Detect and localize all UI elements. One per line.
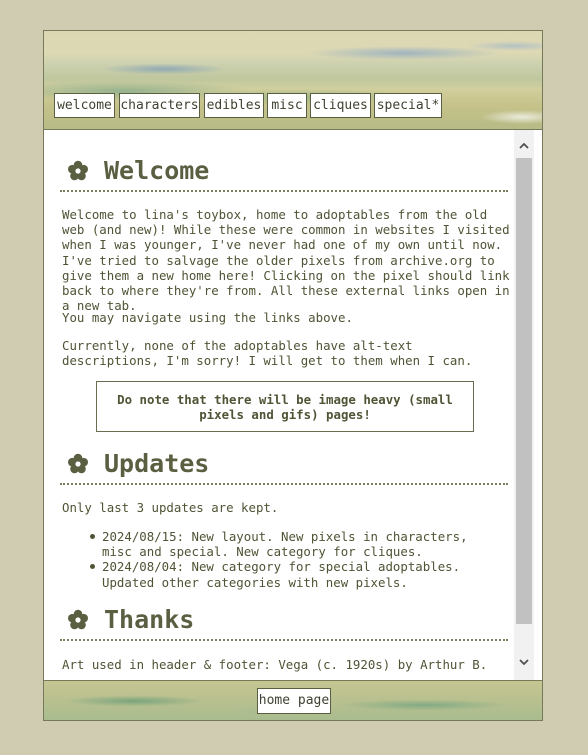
updates-heading: Updates	[60, 449, 508, 485]
content-scrollbar[interactable]	[514, 130, 534, 680]
scrollbar-thumb[interactable]	[516, 158, 532, 624]
bullet-icon	[90, 564, 95, 570]
list-item: 2024/08/15: New layout. New pixels in ch…	[62, 529, 502, 559]
thanks-title: Thanks	[104, 605, 195, 634]
home-page-button[interactable]: home page	[257, 688, 331, 714]
nav-link-welcome[interactable]: welcome	[54, 93, 115, 118]
nav-link-misc[interactable]: misc	[267, 93, 307, 118]
nav-link-edibles[interactable]: edibles	[204, 93, 264, 118]
welcome-paragraph-intro: Welcome to lina's toybox, home to adopta…	[62, 207, 510, 314]
nav-link-special[interactable]: special*	[374, 93, 442, 118]
content-area[interactable]: Welcome Welcome to lina's toybox, home t…	[44, 130, 514, 680]
welcome-title: Welcome	[104, 156, 210, 185]
welcome-heading: Welcome	[60, 156, 508, 192]
bullet-icon	[90, 534, 95, 539]
flower-icon	[68, 609, 88, 630]
update-text: 2024/08/15: New layout. New pixels in ch…	[102, 529, 468, 560]
updates-intro: Only last 3 updates are kept.	[62, 500, 279, 515]
arrow-up-icon[interactable]	[518, 140, 530, 152]
image-heavy-notice: Do note that there will be image heavy (…	[96, 381, 474, 432]
updates-list: 2024/08/15: New layout. New pixels in ch…	[62, 529, 502, 590]
page-frame: welcome characters edibles misc cliques …	[43, 30, 543, 721]
updates-title: Updates	[104, 449, 210, 478]
nav-link-cliques[interactable]: cliques	[310, 93, 371, 118]
list-item: 2024/08/04: New category for special ado…	[62, 559, 502, 590]
footer-banner: home page	[44, 680, 542, 720]
welcome-paragraph-navigation: You may navigate using the links above.	[62, 310, 353, 325]
flower-icon	[68, 160, 88, 181]
header-banner: welcome characters edibles misc cliques …	[44, 31, 542, 130]
flower-icon	[68, 453, 88, 474]
thanks-heading: Thanks	[60, 605, 508, 641]
thanks-paragraph-art-credit: Art used in header & footer: Vega (c. 19…	[62, 657, 488, 672]
arrow-down-icon[interactable]	[518, 656, 530, 668]
nav-link-characters[interactable]: characters	[119, 93, 200, 118]
update-text: 2024/08/04: New category for special ado…	[102, 559, 461, 590]
welcome-paragraph-alt-text: Currently, none of the adoptables have a…	[62, 338, 473, 369]
